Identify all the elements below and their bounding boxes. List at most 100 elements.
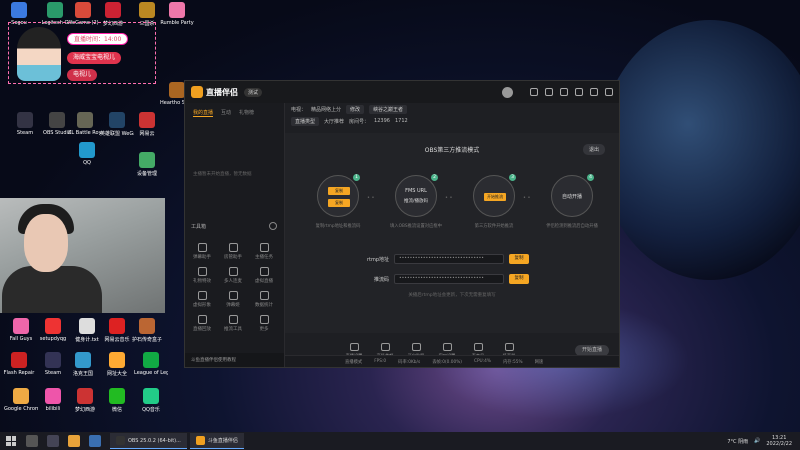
tab-my-live[interactable]: 我的直播: [193, 109, 214, 117]
stream-type-value[interactable]: 大厅推荐: [324, 118, 344, 125]
tool-item[interactable]: 房管助手: [218, 243, 248, 260]
app-icon: [77, 112, 93, 128]
volume-icon[interactable]: 🔊: [754, 438, 760, 444]
app-icon: [11, 2, 27, 18]
window-settings-icon: [442, 343, 452, 351]
tool-icon: [259, 243, 269, 252]
app-icon: [45, 388, 61, 404]
tool-icon: [259, 315, 269, 324]
desktop-icon[interactable]: 网址大全: [100, 352, 134, 377]
logo-icon: [191, 86, 203, 98]
desktop-icon-label: bilibili: [45, 406, 61, 412]
desktop-icon[interactable]: QQ: [70, 142, 104, 166]
tool-item[interactable]: 推流工具: [218, 315, 248, 332]
step-2-caption: 填入OBS推流设置对应框中: [390, 224, 442, 229]
mail-icon[interactable]: [545, 88, 553, 96]
windows-start-icon[interactable]: [6, 436, 16, 446]
stream-overlay-widget[interactable]: 直播时间：14:00 海威宝宝电视儿 电视儿: [8, 22, 156, 84]
tab-gift-rank[interactable]: 礼物榜: [239, 109, 254, 117]
tool-item[interactable]: 直播回放: [187, 315, 217, 332]
copy-stream-key-button[interactable]: 复制: [509, 274, 529, 284]
tool-item[interactable]: 多人连麦: [218, 267, 248, 284]
desktop-icon-label: setupdyqg: [39, 336, 67, 342]
app-sidebar: 我的直播 互动 礼物榜 主播暂未开始直播，暂无数据 工具箱 弹幕助手 房管助手 主播…: [185, 103, 285, 367]
desktop-icon[interactable]: Flash Repair: [2, 352, 36, 376]
tool-icon: [197, 291, 207, 300]
desktop-icon[interactable]: Google Chrome: [4, 388, 38, 412]
desktop-icon[interactable]: setupdyqg: [36, 318, 70, 342]
desktop-icon[interactable]: 设备管理: [130, 152, 164, 177]
tool-item[interactable]: 更多: [249, 315, 279, 332]
step-1-number: 1: [353, 174, 360, 181]
sidebar-empty-text: 主播暂未开始直播，暂无数据: [193, 172, 252, 177]
close-icon[interactable]: [605, 88, 613, 96]
desktop-icon[interactable]: 健身计.txt: [70, 318, 104, 343]
tool-item[interactable]: 弹幕姬: [218, 291, 248, 308]
room-title[interactable]: 峡谷之巅王者: [369, 104, 408, 114]
taskbar-task-companion[interactable]: 斗鱼直播伴侣: [189, 433, 244, 449]
minimize-icon[interactable]: [575, 88, 583, 96]
tool-item[interactable]: 数据统计: [249, 291, 279, 308]
app-icon: [143, 352, 159, 368]
app-titlebar[interactable]: 直播伴侣 测试: [185, 81, 619, 103]
sidebar-footer-link[interactable]: 斗鱼直播伴侣使用教程: [185, 353, 284, 367]
desktop-icon[interactable]: Fall Guys: [4, 318, 38, 342]
user-avatar[interactable]: [502, 86, 513, 98]
desktop-icon[interactable]: 护石传奇盒子: [130, 318, 164, 343]
tool-item[interactable]: 主播任务: [249, 243, 279, 260]
tool-item[interactable]: 礼物特效: [187, 267, 217, 284]
desktop-icon[interactable]: bilibili: [36, 388, 70, 412]
gift-icon[interactable]: [530, 88, 538, 96]
search-icon[interactable]: [26, 435, 38, 447]
app-icon: [169, 82, 185, 98]
app-icon: [79, 318, 95, 334]
desktop-icon[interactable]: 网易云音乐: [100, 318, 134, 343]
desktop-icon[interactable]: Steam: [8, 112, 42, 136]
exit-obs-mode-button[interactable]: 退出: [582, 144, 605, 155]
desktop-icon[interactable]: 洛克王国: [66, 352, 100, 377]
tool-item[interactable]: 虚拟直播: [249, 267, 279, 284]
clock[interactable]: 13:21 2022/2/22: [766, 435, 792, 447]
app-icon: [17, 112, 33, 128]
copy-rtmp-button[interactable]: 复制: [509, 254, 529, 264]
beauty-icon: [380, 343, 390, 351]
taskbar-task-companion-label: 斗鱼直播伴侣: [207, 438, 238, 444]
desktop-icon[interactable]: Rumble Party: [160, 2, 194, 26]
toolbox-settings-icon[interactable]: [269, 222, 277, 230]
app-icon: [139, 152, 155, 168]
tab-interact[interactable]: 互动: [221, 109, 231, 117]
desktop-icon[interactable]: 英雄联盟 WeGame: [100, 112, 134, 137]
status-item: 丢帧:0(0.00%): [432, 359, 462, 365]
desktop-icon[interactable]: League of Legends: [134, 352, 168, 376]
rtmp-field[interactable]: ••••••••••••••••••••••••••••••••: [394, 254, 504, 264]
step-3-circle: 3 开始推流: [473, 174, 516, 217]
app-icon: [139, 318, 155, 334]
webcam-person-body: [2, 266, 102, 313]
mic-icon: [473, 343, 483, 351]
app-icon: [169, 2, 185, 18]
speaker-icon: [504, 343, 514, 351]
chrome-icon[interactable]: [68, 435, 80, 447]
weather-text[interactable]: 7°C 阴雨: [727, 438, 748, 445]
tool-label: 推流工具: [224, 327, 242, 332]
tool-item[interactable]: 虚拟形象: [187, 291, 217, 308]
desktop-icon[interactable]: QQ音乐: [134, 388, 168, 413]
tool-icon: [228, 267, 238, 276]
step-3-start-tag: 开始推流: [484, 193, 506, 201]
taskbar-task-obs[interactable]: OBS 25.0.2 (64-bit)...: [110, 433, 187, 449]
desktop-icon[interactable]: 梦幻西游: [68, 388, 102, 413]
maximize-icon[interactable]: [590, 88, 598, 96]
desktop-icon[interactable]: Steam: [36, 352, 70, 376]
app-icon: [109, 318, 125, 334]
tool-label: 虚拟形象: [193, 303, 211, 308]
desktop-icon[interactable]: 微信: [100, 388, 134, 413]
desktop-icon[interactable]: 网易云: [130, 112, 164, 137]
menu-icon[interactable]: [560, 88, 568, 96]
desktop-icon[interactable]: ZL Battle Royale: [68, 112, 102, 136]
change-category-button[interactable]: 修改: [346, 104, 365, 114]
steam-icon[interactable]: [89, 435, 101, 447]
stream-key-field[interactable]: ••••••••••••••••••••••••••••••••: [394, 274, 504, 284]
step-3-number: 3: [509, 174, 516, 181]
tool-item[interactable]: 弹幕助手: [187, 243, 217, 260]
task-view-icon[interactable]: [47, 435, 59, 447]
